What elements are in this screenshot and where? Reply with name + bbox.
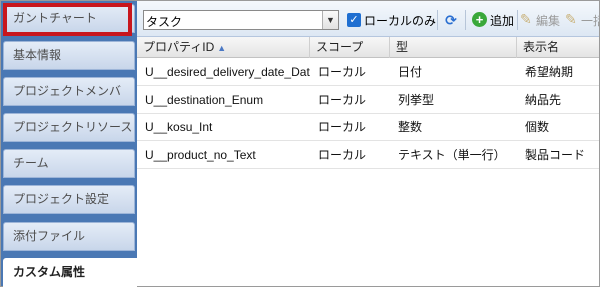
toolbar-divider (465, 10, 466, 30)
sidebar-item-project-resources[interactable]: プロジェクトリソース (3, 113, 135, 142)
table-row[interactable]: U__kosu_Int ローカル 整数 個数 (137, 114, 599, 141)
object-type-select-value: タスク (146, 15, 183, 29)
cell-type: 整数 (398, 120, 423, 134)
edit-button[interactable]: 編集 (536, 12, 560, 29)
cell-scope: ローカル (318, 93, 367, 107)
sidebar: ガントチャート 基本情報 プロジェクトメンバ プロジェクトリソース チーム プロ… (1, 1, 137, 287)
object-type-select[interactable]: タスク ▼ (143, 10, 339, 30)
table-row[interactable]: U__desired_delivery_date_Date ローカル 日付 希望… (137, 59, 599, 86)
pencil-icon: ✎ (520, 11, 532, 27)
sidebar-item-custom-attributes[interactable]: カスタム属性 (3, 258, 137, 287)
cell-type: テキスト（単一行） (398, 148, 506, 162)
chevron-down-icon[interactable]: ▼ (322, 11, 338, 29)
sidebar-item-project-members[interactable]: プロジェクトメンバ (3, 77, 135, 106)
cell-property-id: U__kosu_Int (145, 120, 213, 134)
sidebar-item-project-settings[interactable]: プロジェクト設定 (3, 185, 135, 214)
sidebar-item-team[interactable]: チーム (3, 149, 135, 178)
table-header: プロパティID ▲ スコープ 型 表示名 (137, 37, 599, 58)
sort-ascending-icon: ▲ (217, 43, 227, 53)
cell-property-id: U__desired_delivery_date_Date (145, 65, 310, 79)
cell-display-name: 納品先 (525, 93, 562, 107)
add-icon[interactable]: + (472, 12, 487, 27)
cell-display-name: 希望納期 (525, 65, 574, 79)
cell-display-name: 製品コード (525, 148, 586, 162)
cell-property-id: U__product_no_Text (145, 148, 256, 162)
cell-display-name: 個数 (525, 120, 550, 134)
column-header-property-id[interactable]: プロパティID ▲ (137, 37, 310, 58)
sidebar-item-attachments[interactable]: 添付ファイル (3, 222, 135, 251)
bulk-button[interactable]: 一括 (581, 12, 600, 29)
table-row[interactable]: U__product_no_Text ローカル テキスト（単一行） 製品コード (137, 142, 599, 169)
local-only-label[interactable]: ローカルのみ (364, 12, 436, 29)
column-header-display-name[interactable]: 表示名 (517, 37, 599, 58)
table-row[interactable]: U__destination_Enum ローカル 列挙型 納品先 (137, 87, 599, 114)
cell-type: 日付 (398, 65, 423, 79)
column-header-type[interactable]: 型 (390, 37, 517, 58)
cell-scope: ローカル (318, 148, 367, 162)
cell-type: 列挙型 (398, 93, 435, 107)
cell-scope: ローカル (318, 120, 367, 134)
local-only-checkbox[interactable]: ✓ (347, 13, 361, 27)
cell-property-id: U__destination_Enum (145, 93, 264, 107)
sidebar-item-gantt-chart[interactable]: ガントチャート (3, 4, 135, 33)
sidebar-item-basic-info[interactable]: 基本情報 (3, 41, 135, 70)
main-panel: タスク ▼ ✓ ローカルのみ ⟳ + 追加 ✎ 編集 ✎ 一括 プロパティID ▲… (137, 1, 600, 286)
column-header-label: プロパティID (143, 40, 215, 54)
refresh-icon[interactable]: ⟳ (443, 12, 459, 28)
toolbar-divider (437, 10, 438, 30)
toolbar: タスク ▼ ✓ ローカルのみ ⟳ + 追加 ✎ 編集 ✎ 一括 (137, 1, 600, 37)
toolbar-divider (517, 10, 518, 30)
column-header-scope[interactable]: スコープ (310, 37, 390, 58)
bulk-edit-icon: ✎ (565, 11, 577, 27)
add-button[interactable]: 追加 (490, 12, 514, 29)
cell-scope: ローカル (318, 65, 367, 79)
